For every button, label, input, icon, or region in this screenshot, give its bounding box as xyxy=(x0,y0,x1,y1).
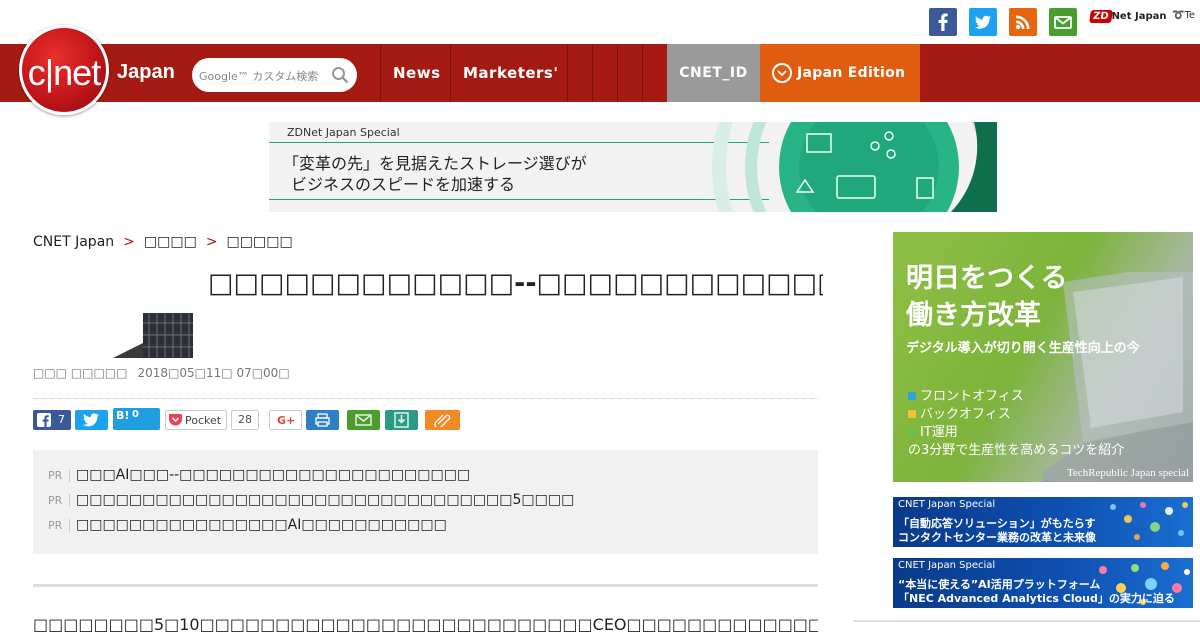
twitter-icon[interactable] xyxy=(969,8,997,36)
ad1-tail: の3分野で生産性を高めるコツを紹介 xyxy=(908,443,1125,458)
breadcrumb-home[interactable]: CNET Japan xyxy=(33,234,114,250)
nav-divider xyxy=(617,44,618,102)
sidebar-ad-workstyle[interactable]: 明日をつくる 働き方改革 デジタル導入が切り開く生産性向上の今 フロントオフィス… xyxy=(893,232,1193,482)
search-box[interactable]: Google™ カスタム検索 xyxy=(192,58,357,92)
nav-news[interactable]: News xyxy=(393,44,441,102)
pr-link[interactable]: PR □□□□□□□□□□□□□□□□AI□□□□□□□□□□□ xyxy=(48,517,447,533)
cnet-logo[interactable]: c|net xyxy=(19,25,109,115)
pr-tag: PR xyxy=(48,494,70,507)
article-author: □□□ □□□□□ xyxy=(33,366,128,380)
pocket-count: 28 xyxy=(231,410,259,430)
clip-button[interactable] xyxy=(425,410,460,430)
zdnet-japan-link[interactable]: ZD Net Japan xyxy=(1089,9,1167,33)
print-icon xyxy=(315,413,330,427)
facebook-share-button[interactable]: 7 xyxy=(33,410,71,430)
search-input[interactable]: Google™ カスタム検索 xyxy=(199,68,318,84)
article-byline: □□□ □□□□□ 2018□05□11□ 07□00□ xyxy=(33,366,290,380)
article-title: □□□□□□□□□□□□--□□□□□□□□□□□□□□□□□□□□□□□□□□ xyxy=(208,268,823,299)
hatena-bookmark-button[interactable]: B! 0 xyxy=(113,408,160,430)
pr-tag: PR xyxy=(48,519,70,532)
pr-links-box: PR □□□AI□□□--□□□□□□□□□□□□□□□□□□□□□□ PR □□□… xyxy=(33,450,818,554)
nav-divider xyxy=(642,44,643,102)
byline-divider xyxy=(33,398,818,399)
edition-selector[interactable]: Japan Edition xyxy=(760,44,920,102)
ad1-list-item: IT運用 xyxy=(908,421,958,440)
sidebar-ad-nec-analytics[interactable]: CNET Japan Special “本当に使える”AI活用プラットフォーム … xyxy=(893,558,1193,608)
pocket-button[interactable]: Pocket xyxy=(165,410,227,430)
hatena-icon: B! xyxy=(116,409,130,422)
pr-link[interactable]: PR □□□AI□□□--□□□□□□□□□□□□□□□□□□□□□□ xyxy=(48,467,470,483)
ad1-subtitle: デジタル導入が切り開く生産性向上の今 xyxy=(906,341,1140,356)
twitter-icon xyxy=(83,413,99,427)
hatena-count: 0 xyxy=(132,409,139,420)
edition-label: Japan Edition xyxy=(797,65,906,81)
facebook-share-count: 7 xyxy=(58,413,65,426)
ad2-line-2: コンタクトセンター業務の改革と未来像 xyxy=(898,531,1096,544)
facebook-icon xyxy=(37,413,51,427)
cnet-id-button[interactable]: CNET_ID xyxy=(667,44,760,102)
pr-link[interactable]: PR □□□□□□□□□□□□□□□□□□□□□□□□□□□□□□□□□5□□□□ xyxy=(48,492,574,508)
pocket-label: Pocket xyxy=(185,414,222,427)
download-icon xyxy=(394,412,409,428)
googleplus-icon: G+ xyxy=(277,414,296,427)
breadcrumb-section[interactable]: □□□□ xyxy=(144,234,197,250)
breadcrumb-separator: > xyxy=(123,234,135,250)
banner-headline-2: ビジネスのスピードを加速する xyxy=(291,175,516,194)
techrepublic-link[interactable]: ➰Te xyxy=(1172,10,1195,21)
sidebar-divider xyxy=(853,620,1200,622)
mail-icon[interactable] xyxy=(1049,8,1077,36)
search-icon[interactable] xyxy=(331,66,349,84)
bullet-icon xyxy=(908,428,916,436)
print-button[interactable] xyxy=(306,410,339,430)
brand-japan[interactable]: Japan xyxy=(117,61,175,84)
top-social-bar: ZD Net Japan ➰Te xyxy=(0,0,1200,44)
pr-tag: PR xyxy=(48,469,70,482)
top-banner-ad[interactable]: ZDNet Japan Special 「変革の先」を見据えたストレージ選びが … xyxy=(269,122,997,212)
save-article-button[interactable] xyxy=(385,410,418,430)
sidebar-ad-contact-center[interactable]: CNET Japan Special 「自動応答ソリューション」がもたらす コン… xyxy=(893,497,1193,547)
ad1-footer: TechRepublic Japan special xyxy=(1066,467,1189,479)
ad1-list-item: フロントオフィス xyxy=(908,385,1024,404)
email-share-button[interactable] xyxy=(347,410,380,430)
ad1-list-item: バックオフィス xyxy=(908,403,1011,422)
article-date: 2018□05□11□ 07□00□ xyxy=(137,366,290,380)
googleplus-share-button[interactable]: G+ xyxy=(269,410,302,430)
paperclip-icon xyxy=(434,414,451,427)
nav-divider xyxy=(567,44,568,102)
breadcrumb: CNET Japan > □□□□ > □□□□□ xyxy=(33,234,293,250)
main-nav: Japan Google™ カスタム検索 News Marketers' CNE… xyxy=(0,44,1200,102)
nav-divider xyxy=(450,44,451,102)
nav-divider xyxy=(592,44,593,102)
breadcrumb-category[interactable]: □□□□□ xyxy=(227,234,293,250)
ad1-headline-1: 明日をつくる xyxy=(906,263,1068,294)
bullet-icon xyxy=(908,392,916,400)
rss-icon[interactable] xyxy=(1009,8,1037,36)
bullet-icon xyxy=(908,410,916,418)
breadcrumb-separator: > xyxy=(205,234,218,250)
pocket-icon xyxy=(169,414,182,426)
mail-icon xyxy=(355,414,372,426)
chevron-down-icon xyxy=(772,63,792,83)
nav-marketers[interactable]: Marketers' xyxy=(463,44,558,102)
twitter-share-button[interactable] xyxy=(75,410,108,430)
nav-divider xyxy=(380,44,381,102)
ad3-line-2: 「NEC Advanced Analytics Cloud」の実力に迫る xyxy=(898,592,1175,605)
zdnet-label: Net Japan xyxy=(1111,11,1167,22)
section-divider xyxy=(33,584,818,587)
facebook-icon[interactable] xyxy=(929,8,957,36)
banner-graphic xyxy=(712,122,997,212)
ad3-kicker: CNET Japan Special xyxy=(898,560,996,571)
article-thumbnail xyxy=(113,313,193,358)
banner-kicker: ZDNet Japan Special xyxy=(287,126,400,139)
ad1-headline-2: 働き方改革 xyxy=(906,300,1041,331)
ad2-kicker: CNET Japan Special xyxy=(898,499,996,510)
techrepublic-icon: ➰ xyxy=(1172,10,1185,21)
article-body-paragraph: □□□□□□□□5□10□□□□□□□□□□□□□□□□□□□□□□□□□□CE… xyxy=(33,615,818,634)
